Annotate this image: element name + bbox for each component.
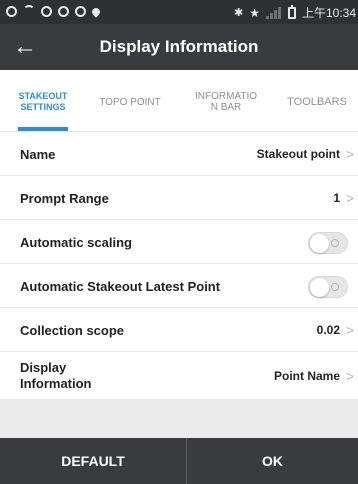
status-left-icons [6,5,102,18]
setting-label: Collection scope [20,322,125,338]
tab-topo-point[interactable]: TOPO POINT [90,88,170,116]
circle-icon [58,5,69,17]
circle-icon [6,5,17,17]
tab-stakeout-settings[interactable]: STAKEOUT SETTINGS [10,88,76,116]
toggle-off-indicator [331,239,339,247]
setting-row-collection-scope[interactable]: Collection scope 0.02 > [0,308,358,352]
setting-row-automatic-scaling: Automatic scaling [0,220,358,264]
status-bar: ✱ ★ 上午10:34 [0,0,358,24]
setting-row-auto-latest-point: Automatic Stakeout Latest Point [0,264,358,308]
page-title: Display Information [99,37,259,56]
chevron-right-icon: > [345,190,354,206]
chevron-right-icon: > [345,368,354,384]
tab-bar: STAKEOUT SETTINGS TOPO POINT INFORMATIO … [0,70,358,132]
setting-label: Automatic Stakeout Latest Point [20,278,221,294]
signal-icon [265,6,282,19]
settings-icon [75,5,86,17]
active-tab-indicator [18,127,68,131]
setting-label: Automatic scaling [20,234,132,250]
setting-value: Point Name [273,369,340,383]
arrow-left-icon: ← [13,33,37,60]
star-icon: ★ [249,5,260,20]
circle-icon [41,5,52,17]
tab-information-bar[interactable]: INFORMATIO N BAR [184,88,268,116]
setting-value: 1 [333,191,340,205]
toggle-knob [310,278,329,297]
default-button[interactable]: DEFAULT [0,438,186,484]
back-button[interactable]: ← [10,32,40,62]
setting-row-name[interactable]: Name Stakeout point > [0,132,358,176]
pin-icon [90,5,102,18]
setting-row-prompt-range[interactable]: Prompt Range 1 > [0,176,358,220]
setting-value: 0.02 [316,323,340,337]
bottom-button-bar: DEFAULT OK [0,438,358,484]
battery-icon [287,4,296,19]
chevron-right-icon: > [345,146,354,162]
chevron-right-icon: > [345,322,354,338]
ok-button[interactable]: OK [187,438,358,484]
toggle-off-indicator [331,283,339,291]
setting-label: Prompt Range [20,190,109,206]
tab-toolbars[interactable]: TOOLBARS [276,88,358,116]
wifi-icon [23,5,35,17]
setting-value: Stakeout point [256,147,340,161]
setting-row-display-information[interactable]: Display Information Point Name > [0,352,358,400]
auto-latest-point-toggle[interactable] [308,276,348,298]
toggle-knob [310,234,329,253]
setting-label: Name [20,146,56,162]
status-time: 上午10:34 [301,6,356,20]
app-bar: Display Information ← [0,24,358,70]
setting-label: Display Information [20,360,92,391]
status-right-icons: ✱ ★ 上午10:34 [234,4,356,21]
bluetooth-icon: ✱ [233,6,244,19]
automatic-scaling-toggle[interactable] [308,232,348,254]
